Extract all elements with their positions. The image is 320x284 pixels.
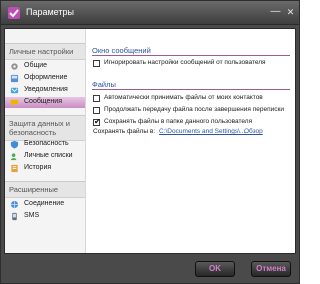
sidebar-item-messages[interactable]: Сообщения xyxy=(5,97,85,108)
section-title-message-window: Окно сообщений xyxy=(92,46,151,55)
sidebar-item-label: История xyxy=(24,164,52,171)
app-logo-icon xyxy=(8,7,20,19)
checkmark-icon: ✔ xyxy=(94,117,101,126)
checkbox-label: Игнорировать настройки сообщений от поль… xyxy=(104,59,266,66)
history-icon xyxy=(11,164,18,173)
sidebar-item-sms[interactable]: SMS xyxy=(5,211,85,222)
sidebar-item-notifications[interactable]: Уведомления xyxy=(5,85,85,96)
checkbox-box[interactable] xyxy=(93,95,100,102)
connection-icon xyxy=(10,200,19,209)
save-in-user-folder-checkbox[interactable]: ✔ Сохранять файлы в папке данного пользо… xyxy=(93,117,293,128)
sidebar-item-label: Уведомления xyxy=(24,86,68,93)
settings-panel: Окно сообщений Игнорировать настройки со… xyxy=(89,29,295,253)
divider xyxy=(92,55,290,56)
checkbox-box[interactable] xyxy=(93,107,100,114)
save-path-label: Сохранять файлы в: xyxy=(93,128,156,135)
window-title: Параметры xyxy=(26,7,74,17)
save-path-row: Сохранять файлы в: C:\Documents and Sett… xyxy=(93,128,293,138)
sidebar-header-personal: Личные настройки xyxy=(5,43,85,60)
checkbox-label: Автоматически принимать файлы от моих ко… xyxy=(104,94,263,101)
sidebar-header-security: Защита данных и безопасность xyxy=(5,115,85,141)
sidebar-item-history[interactable]: История xyxy=(5,163,85,174)
ignore-user-message-settings-checkbox[interactable]: Игнорировать настройки сообщений от поль… xyxy=(93,59,293,69)
browse-link[interactable]: Обзор xyxy=(244,128,263,135)
shield-icon xyxy=(10,140,19,149)
close-button[interactable]: ✕ xyxy=(284,6,297,19)
section-title-files: Файлы xyxy=(92,80,116,89)
sidebar-item-lists[interactable]: Личные списки xyxy=(5,151,85,162)
lists-icon xyxy=(10,153,17,161)
cancel-button[interactable]: Отмена xyxy=(251,261,291,277)
notifications-icon xyxy=(10,87,19,94)
sidebar-header-advanced: Расширенные xyxy=(5,181,85,198)
sidebar-item-security[interactable]: Безопасность xyxy=(5,139,85,150)
appearance-icon xyxy=(10,74,19,83)
checkbox-box[interactable] xyxy=(93,60,100,67)
sidebar-item-label: Сообщения xyxy=(24,98,62,105)
sidebar-item-label: Соединение xyxy=(24,200,65,207)
sidebar-item-connection[interactable]: Соединение xyxy=(5,199,85,210)
sidebar: Личные настройки Общие Оформление Уведом… xyxy=(5,29,86,253)
sidebar-item-label: SMS xyxy=(24,212,40,219)
ok-button[interactable]: OK xyxy=(195,261,235,277)
settings-icon xyxy=(11,63,18,70)
save-path-link[interactable]: C:\Documents and Settings\... xyxy=(159,128,245,135)
divider xyxy=(92,89,290,90)
sidebar-item-general[interactable]: Общие xyxy=(5,61,85,72)
options-window: Параметры — ✕ Личные настройки Общие Офо… xyxy=(0,0,300,284)
sidebar-item-label: Личные списки xyxy=(24,152,73,159)
title-bar[interactable]: Параметры — ✕ xyxy=(1,1,299,25)
sidebar-item-label: Общие xyxy=(24,62,48,69)
checkbox-box[interactable]: ✔ xyxy=(93,117,101,126)
sidebar-item-appearance[interactable]: Оформление xyxy=(5,73,85,84)
auto-accept-files-checkbox[interactable]: Автоматически принимать файлы от моих ко… xyxy=(93,94,293,104)
sidebar-item-label: Безопасность xyxy=(24,140,69,147)
checkbox-label: Сохранять файлы в папке данного пользова… xyxy=(104,118,253,125)
sidebar-item-label: Оформление xyxy=(24,74,68,81)
minimize-button[interactable]: — xyxy=(269,6,282,19)
checkbox-label: Продолжать передачу файла после завершен… xyxy=(104,106,284,113)
messages-icon xyxy=(10,99,19,107)
continue-transfer-checkbox[interactable]: Продолжать передачу файла после завершен… xyxy=(93,106,293,116)
sms-icon xyxy=(12,212,17,221)
dialog-body: Личные настройки Общие Оформление Уведом… xyxy=(4,28,296,254)
